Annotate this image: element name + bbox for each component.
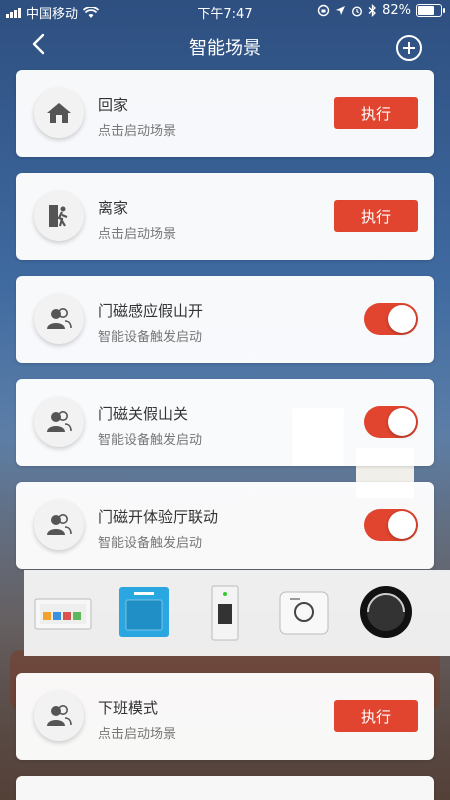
home-icon bbox=[34, 88, 84, 138]
plus-circle-icon[interactable] bbox=[396, 35, 422, 61]
nav-bar: 智能场景 bbox=[0, 26, 450, 66]
scene-subtitle: 智能设备触发启动 bbox=[98, 330, 203, 345]
bluetooth-icon bbox=[368, 4, 377, 17]
users-icon bbox=[34, 397, 84, 447]
scene-card: 离家 点击启动场景 执行 bbox=[16, 173, 434, 260]
status-bar: 中国移动 下午7:47 82% bbox=[0, 0, 450, 22]
toggle-knob bbox=[388, 305, 416, 333]
scene-card: 门磁关假山关 智能设备触发启动 bbox=[16, 379, 434, 466]
scene-subtitle: 点击启动场景 bbox=[98, 124, 177, 139]
scene-toggle[interactable] bbox=[364, 509, 418, 541]
scene-name: 门磁感应假山开 bbox=[98, 302, 204, 320]
scene-name: 下班模式 bbox=[98, 699, 159, 717]
scene-subtitle: 点击启动场景 bbox=[98, 227, 177, 242]
users-icon bbox=[34, 500, 84, 550]
location-icon bbox=[336, 6, 346, 15]
scene-subtitle: 智能设备触发启动 bbox=[98, 433, 203, 448]
battery-percent: 82% bbox=[382, 3, 411, 18]
toggle-knob bbox=[388, 511, 416, 539]
toggle-knob bbox=[388, 408, 416, 436]
scene-card: 门磁感应假山开 智能设备触发启动 bbox=[16, 276, 434, 363]
scene-card-partial bbox=[16, 776, 434, 800]
scene-subtitle: 智能设备触发启动 bbox=[98, 536, 203, 551]
users-icon bbox=[34, 294, 84, 344]
smart-switch-icon bbox=[118, 586, 170, 642]
touch-panel-icon bbox=[34, 598, 92, 634]
scene-name: 离家 bbox=[98, 199, 129, 217]
device-showcase-strip bbox=[24, 570, 450, 656]
scene-subtitle: 点击启动场景 bbox=[98, 727, 177, 742]
thermostat-panel-icon bbox=[276, 588, 332, 642]
scene-name: 门磁开体验厅联动 bbox=[98, 508, 219, 526]
page-title: 智能场景 bbox=[189, 38, 261, 59]
battery-icon bbox=[416, 4, 445, 17]
users-icon bbox=[34, 691, 84, 741]
din-module-icon bbox=[208, 584, 242, 646]
execute-button[interactable]: 执行 bbox=[334, 700, 418, 732]
scene-toggle[interactable] bbox=[364, 303, 418, 335]
scene-name: 门磁关假山关 bbox=[98, 405, 189, 423]
rotation-lock-icon bbox=[317, 4, 330, 17]
scene-card: 回家 点击启动场景 执行 bbox=[16, 70, 434, 157]
leave-home-icon bbox=[34, 191, 84, 241]
scene-card: 门磁开体验厅联动 智能设备触发启动 bbox=[16, 482, 434, 569]
scene-card: 下班模式 点击启动场景 执行 bbox=[16, 673, 434, 760]
scene-toggle[interactable] bbox=[364, 406, 418, 438]
execute-button[interactable]: 执行 bbox=[334, 97, 418, 129]
alarm-icon bbox=[352, 5, 363, 17]
execute-button[interactable]: 执行 bbox=[334, 200, 418, 232]
scene-name: 回家 bbox=[98, 96, 129, 114]
smart-knob-icon bbox=[358, 584, 414, 644]
